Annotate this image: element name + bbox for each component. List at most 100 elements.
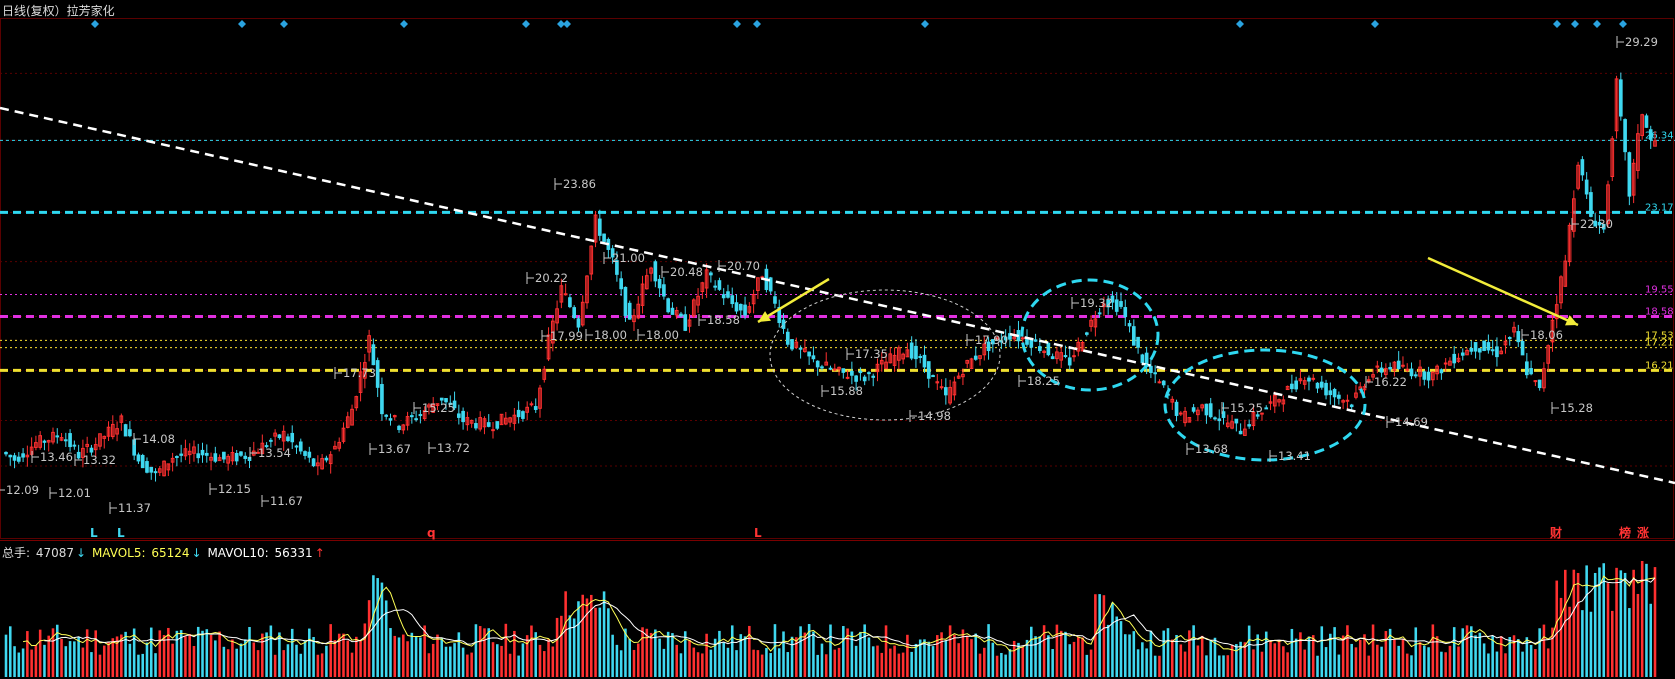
volume-bar — [175, 630, 179, 677]
volume-bar — [983, 647, 986, 677]
volume-bar — [466, 654, 469, 677]
volume-bar — [666, 631, 670, 677]
volume-bar — [769, 653, 772, 677]
volume-bar — [34, 645, 38, 677]
volume-bar — [1559, 597, 1563, 677]
volume-bar — [13, 646, 16, 677]
volume-bar — [598, 607, 602, 677]
candle-body — [68, 433, 72, 448]
candle-body — [1345, 399, 1350, 402]
volume-bar — [4, 634, 8, 677]
candle-body — [384, 414, 389, 417]
volume-bar — [1286, 652, 1289, 677]
candle-body — [1247, 424, 1251, 427]
volume-bar — [1423, 645, 1426, 677]
volume-bar — [26, 631, 29, 677]
volume-bar — [184, 636, 187, 677]
candle-body — [1495, 346, 1499, 358]
candle-body — [204, 452, 209, 456]
volume-bar — [974, 633, 978, 677]
candle-body — [414, 418, 418, 421]
candle-body — [16, 456, 21, 462]
candle-body — [619, 278, 623, 290]
candle-body — [8, 454, 13, 458]
candle-body — [679, 313, 683, 317]
volume-bar — [1363, 634, 1366, 677]
candle-body — [1422, 371, 1427, 380]
volume-bar — [201, 630, 204, 677]
volume-bar — [1034, 636, 1037, 677]
volume-bar — [901, 652, 905, 677]
kline-chart[interactable]: 26.3423.1719.5518.5817.5317.2116.21 12.0… — [0, 0, 1675, 679]
volume-bar — [38, 629, 42, 677]
volume-bar — [786, 652, 790, 677]
volume-bar — [1192, 625, 1195, 677]
volume-bar — [538, 644, 542, 677]
event-markers: L Lq L 财 榜涨 — [90, 525, 1649, 540]
candle-body — [21, 453, 25, 458]
volume-bar — [1606, 583, 1610, 677]
volume-bar — [1452, 627, 1456, 677]
volume-bar — [602, 591, 606, 677]
volume-bar — [1149, 630, 1153, 677]
volume-bar — [696, 652, 700, 677]
volume-bar — [265, 632, 268, 677]
candle-body — [1033, 339, 1038, 342]
volume-bar — [551, 646, 555, 677]
volume-total-arrow: ↓ — [76, 546, 87, 560]
candle-body — [811, 355, 816, 360]
volume-bar — [470, 652, 473, 677]
price-label: 13.72 — [437, 441, 470, 455]
volume-bar — [995, 655, 999, 677]
volume-bar — [286, 644, 290, 677]
candle-body — [1131, 326, 1136, 346]
volume-bar — [773, 624, 777, 677]
volume-bar — [1401, 638, 1405, 677]
volume-bar — [722, 642, 725, 677]
candle-body — [1140, 354, 1145, 364]
volume-bar — [73, 641, 76, 677]
event-marker: L — [117, 526, 125, 540]
volume-bar — [765, 648, 768, 677]
volume-bar — [628, 638, 631, 677]
volume-bar — [735, 650, 738, 677]
candle-body — [1213, 417, 1217, 420]
volume-bar — [1649, 603, 1653, 677]
volume-bar — [991, 642, 995, 677]
volume-bar — [239, 643, 243, 677]
candle-body — [371, 344, 376, 366]
volume-bar — [449, 646, 452, 677]
price-label: 14.08 — [142, 432, 175, 446]
volume-bar — [1585, 565, 1588, 677]
candle-body — [815, 360, 820, 368]
volume-bar — [1593, 572, 1597, 677]
volume-bar — [1495, 651, 1499, 677]
volume-bar — [611, 634, 614, 677]
volume-bar — [308, 628, 311, 677]
volume-bar — [1329, 633, 1332, 677]
volume-bar — [77, 636, 80, 677]
volume-bar — [1482, 643, 1486, 677]
price-label: 13.68 — [1195, 442, 1228, 456]
volume-bar — [701, 653, 704, 677]
volume-bar — [521, 643, 525, 677]
volume-bar — [393, 635, 397, 677]
candle-body — [781, 319, 786, 329]
volume-bar — [658, 638, 661, 677]
volume-bar — [111, 638, 115, 677]
volume-bar — [158, 630, 162, 677]
volume-bar — [688, 640, 691, 677]
volume-bar — [1376, 644, 1379, 677]
candle-body — [909, 342, 914, 359]
volume-bar — [936, 635, 939, 677]
candle-body — [858, 370, 863, 374]
volume-bar — [1188, 630, 1191, 677]
volume-bar — [948, 625, 952, 677]
candle-body — [1029, 339, 1034, 348]
candle-body — [1324, 382, 1328, 396]
mavol10-value: 56331 — [274, 546, 313, 560]
price-label: 23.86 — [563, 177, 596, 191]
candle-body — [213, 453, 218, 462]
signal-diamond-icon — [921, 20, 929, 28]
candle-body — [1520, 340, 1525, 356]
